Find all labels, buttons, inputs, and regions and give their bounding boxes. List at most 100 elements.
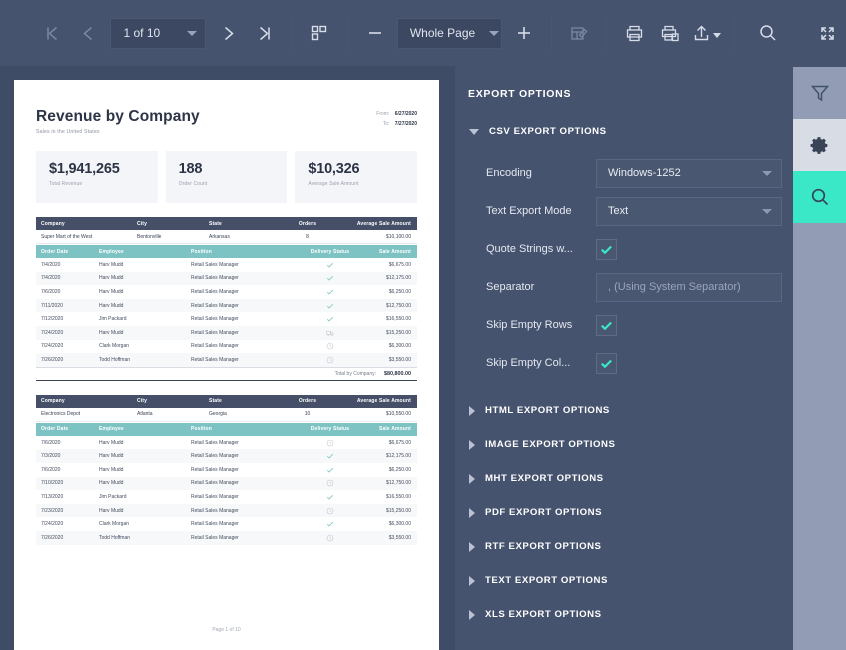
cell-sale-amount: $12,750.00 xyxy=(385,302,411,309)
date-from-value: 6/27/2020 xyxy=(394,111,417,117)
section-csv-header[interactable]: CSV EXPORT OPTIONS xyxy=(455,126,793,137)
encoding-label: Encoding xyxy=(486,167,532,179)
clock-icon xyxy=(326,439,334,446)
chevron-right-icon xyxy=(469,541,475,552)
cell-delivery-status xyxy=(296,507,364,515)
multiple-pages-button[interactable] xyxy=(301,13,337,53)
cell-order-date: 7/10/2020 xyxy=(41,480,64,487)
zoom-level-combo[interactable]: Whole Page xyxy=(396,17,502,49)
viewer-body: Revenue by Company Sales in the United S… xyxy=(0,66,846,650)
clock-icon xyxy=(326,356,334,364)
section-xls-export-options-header[interactable]: XLS EXPORT OPTIONS xyxy=(455,609,793,620)
separator-input[interactable]: , (Using System Separator) xyxy=(596,272,782,302)
search-tab[interactable] xyxy=(793,171,846,223)
table-row: 7/6/2020 Harv Mudd Retail Sales Manager $6,… xyxy=(36,285,417,299)
filter-tab[interactable] xyxy=(793,67,846,119)
cell-position: Retail Sales Manager xyxy=(191,329,239,336)
section-html-export-options-label: HTML EXPORT OPTIONS xyxy=(485,405,610,416)
zoom-out-button[interactable] xyxy=(357,13,393,53)
zoom-level-value: Whole Page xyxy=(409,26,476,40)
group-column-header: Company xyxy=(41,398,65,405)
toolbar-divider xyxy=(734,16,735,50)
section-text-export-options-label: TEXT EXPORT OPTIONS xyxy=(485,575,608,586)
section-text-export-options-header[interactable]: TEXT EXPORT OPTIONS xyxy=(455,575,793,586)
cell-position: Retail Sales Manager xyxy=(191,316,239,323)
kpi-card: 188 Order Count xyxy=(165,151,288,203)
first-page-button[interactable] xyxy=(34,13,70,53)
print-page-button[interactable] xyxy=(653,13,689,53)
table-row: 7/24/2020 Clark Morgan Retail Sales Manage… xyxy=(36,340,417,354)
group-value-row: Super Mart of the West Bentonville Arkansa… xyxy=(36,230,417,244)
cell-position: Retail Sales Manager xyxy=(191,302,239,309)
print-button[interactable] xyxy=(616,13,652,53)
skip-empty-rows-checkbox[interactable] xyxy=(596,314,617,336)
quote-strings-checkbox[interactable] xyxy=(596,238,617,260)
section-pdf-export-options-header[interactable]: PDF EXPORT OPTIONS xyxy=(455,507,793,518)
cell-order-date: 7/24/2020 xyxy=(41,521,64,528)
section-rtf-export-options-label: RTF EXPORT OPTIONS xyxy=(485,541,602,552)
filter-icon xyxy=(810,85,829,102)
text-export-mode-select[interactable]: Text xyxy=(596,196,782,226)
right-icon-rail xyxy=(793,66,846,650)
cell-employee: Harv Mudd xyxy=(99,466,124,473)
group-total-value: $80,800.00 xyxy=(384,370,411,377)
section-html-export-options-header[interactable]: HTML EXPORT OPTIONS xyxy=(455,405,793,416)
cell-sale-amount: $16,550.00 xyxy=(385,316,411,323)
group-column-header: Average Sale Amount xyxy=(356,220,411,227)
cell-order-date: 7/4/2020 xyxy=(41,275,61,282)
cell-position: Retail Sales Manager xyxy=(191,343,239,350)
page-number-value: 1 of 10 xyxy=(123,26,161,40)
cell-delivery-status xyxy=(296,520,364,528)
clock-icon xyxy=(326,480,334,487)
last-page-button[interactable] xyxy=(246,13,282,53)
previous-page-button[interactable] xyxy=(70,13,106,53)
cell-position: Retail Sales Manager xyxy=(191,534,239,541)
export-button[interactable] xyxy=(689,13,725,53)
cell-delivery-status xyxy=(296,534,364,542)
date-to-value: 7/27/2020 xyxy=(394,121,417,127)
section-mht-export-options-header[interactable]: MHT EXPORT OPTIONS xyxy=(455,473,793,484)
settings-tab[interactable] xyxy=(793,119,846,171)
fullscreen-button[interactable] xyxy=(810,13,846,53)
table-row: 7/11/2020 Harv Mudd Retail Sales Manager $1… xyxy=(36,298,417,313)
detail-column-header: Employee xyxy=(99,248,124,255)
table-row: 7/13/2020 Jim Packard Retail Sales Manager… xyxy=(36,490,417,504)
search-button[interactable] xyxy=(750,13,786,53)
toolbar-divider xyxy=(346,16,348,50)
group-company: Super Mart of the West xyxy=(41,233,93,240)
clock-icon xyxy=(326,343,334,350)
detail-header-row: Order Date Employee Position Delivery Statu… xyxy=(36,422,417,436)
cell-sale-amount: $6,250.00 xyxy=(388,288,411,295)
cell-delivery-status xyxy=(296,479,364,487)
next-page-button[interactable] xyxy=(210,13,246,53)
collapsed-sections: HTML EXPORT OPTIONS IMAGE EXPORT OPTIONS M… xyxy=(455,405,793,620)
check-icon xyxy=(326,454,334,459)
edit-document-button[interactable] xyxy=(561,13,597,53)
table-row: 7/26/2020 Todd Hoffman Retail Sales Manage… xyxy=(36,530,417,545)
main-toolbar: 1 of 10 Whole Page xyxy=(0,0,846,66)
section-image-export-options-header[interactable]: IMAGE EXPORT OPTIONS xyxy=(455,439,793,450)
section-mht-export-options-label: MHT EXPORT OPTIONS xyxy=(485,473,604,484)
check-icon xyxy=(326,289,334,295)
search-icon xyxy=(811,188,828,206)
skip-empty-columns-checkbox[interactable] xyxy=(596,352,617,374)
table-row: 7/23/2020 Harv Mudd Retail Sales Manager $1… xyxy=(36,503,417,518)
document-preview-area[interactable]: Revenue by Company Sales in the United S… xyxy=(0,66,455,650)
group-column-header: Company xyxy=(41,220,65,227)
check-icon xyxy=(326,467,334,473)
cell-delivery-status xyxy=(296,274,364,282)
section-rtf-export-options-header[interactable]: RTF EXPORT OPTIONS xyxy=(455,541,793,552)
zoom-in-button[interactable] xyxy=(506,13,542,53)
encoding-select[interactable]: Windows-1252 xyxy=(596,158,782,188)
date-from-label: From: xyxy=(376,111,390,117)
chevron-right-icon xyxy=(469,439,475,450)
cell-sale-amount: $6,300.00 xyxy=(388,343,411,350)
group-city: Atlanta xyxy=(137,411,153,418)
page-number-combo[interactable]: 1 of 10 xyxy=(110,17,206,49)
cell-order-date: 7/24/2020 xyxy=(41,343,64,350)
cell-delivery-status xyxy=(296,466,364,474)
cell-delivery-status xyxy=(296,261,364,269)
cell-order-date: 7/6/2020 xyxy=(41,288,61,295)
field-skip-empty-columns: Skip Empty Col... xyxy=(455,344,793,382)
cell-delivery-status xyxy=(296,288,364,296)
